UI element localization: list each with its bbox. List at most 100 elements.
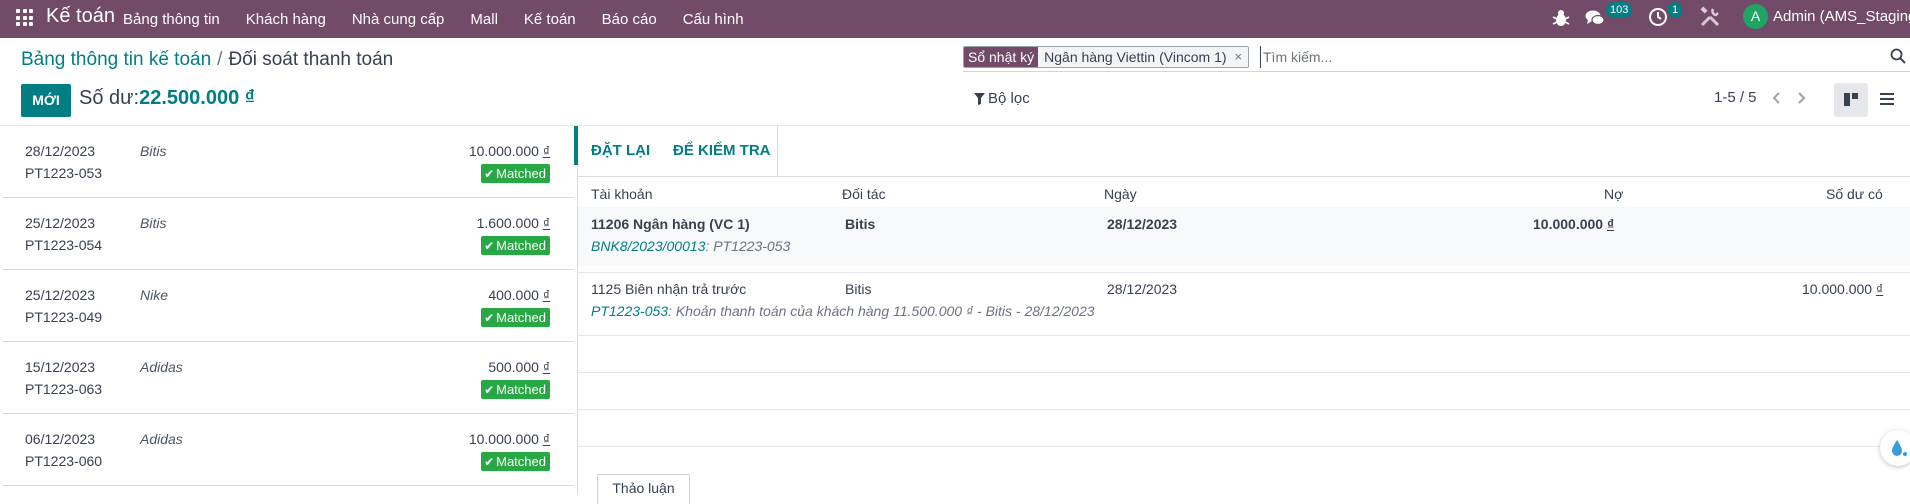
statement-card[interactable]: 25/12/2023 PT1223-054 Bitis 1.600.000 ₫ … [3, 198, 574, 270]
bug-icon[interactable] [1552, 8, 1570, 28]
line-reference: BNK8/2023/00013: PT1223-053 [591, 238, 791, 254]
statement-ref: PT1223-053 [25, 165, 103, 181]
statement-amount: 10.000.000 ₫ [468, 143, 550, 159]
matched-badge: ✔ Matched [481, 308, 550, 327]
check-icon: ✔ [484, 455, 495, 469]
line-account: 11206 Ngân hàng (VC 1) [591, 216, 750, 232]
discussion-button[interactable]: Thảo luận [597, 474, 690, 504]
check-icon: ✔ [484, 167, 495, 181]
matched-badge: ✔ Matched [481, 380, 550, 399]
statement-partner: Nike [140, 287, 169, 303]
line-reference: PT1223-053: Khoản thanh toán của khách h… [591, 303, 1095, 319]
column-header-credit: Số dư có [1826, 186, 1883, 202]
line-partner: Bitis [845, 281, 872, 297]
menu-item-accounting[interactable]: Kế toán [524, 11, 576, 28]
line-date: 28/12/2023 [1107, 281, 1178, 297]
statement-card[interactable]: 15/12/2023 PT1223-063 Adidas 500.000 ₫ ✔… [3, 342, 574, 414]
row-divider [578, 335, 1910, 336]
statement-date: 25/12/2023 [25, 287, 96, 303]
statement-date: 15/12/2023 [25, 359, 96, 375]
line-partner: Bitis [845, 216, 876, 232]
check-icon: ✔ [484, 311, 495, 325]
balance-amount: 22.500.000 ₫ [139, 87, 256, 109]
check-icon: ✔ [484, 239, 495, 253]
breadcrumb: Bảng thông tin kế toán / Đối soát thanh to… [21, 49, 393, 71]
reset-button[interactable]: ĐẶT LẠI [591, 142, 650, 159]
line-credit: 10.000.000 ₫ [1802, 281, 1884, 297]
matched-badge: ✔ Matched [481, 236, 550, 255]
list-view-icon[interactable] [1878, 90, 1896, 108]
menu-item-reports[interactable]: Báo cáo [602, 11, 657, 28]
main-menu: Bảng thông tin Khách hàng Nhà cung cấp M… [123, 0, 770, 38]
menu-item-mall[interactable]: Mall [470, 11, 498, 28]
column-header-debit: Nợ [1604, 186, 1624, 202]
check-icon: ✔ [484, 383, 495, 397]
search-icon[interactable] [1890, 48, 1906, 64]
column-header-date: Ngày [1104, 186, 1137, 202]
statement-partner: Bitis [140, 143, 167, 159]
menu-item-vendors[interactable]: Nhà cung cấp [352, 11, 445, 28]
line-debit: 10.000.000 ₫ [1533, 216, 1615, 232]
balance-label: Số dư: [79, 87, 140, 109]
debug-tools-icon[interactable] [1699, 6, 1721, 28]
statement-partner: Adidas [140, 431, 183, 447]
chevron-left-icon[interactable] [1770, 90, 1784, 106]
facet-value: Ngân hàng Viettin (Vincom 1) [1038, 47, 1233, 67]
menu-item-configuration[interactable]: Cấu hình [683, 11, 744, 28]
kanban-view-button[interactable] [1834, 83, 1868, 117]
menu-item-dashboard[interactable]: Bảng thông tin [123, 11, 220, 28]
kanban-icon [1844, 93, 1858, 106]
statement-date: 06/12/2023 [25, 431, 96, 447]
statement-card[interactable]: 28/12/2023 PT1223-053 Bitis 10.000.000 ₫… [3, 126, 574, 198]
statement-partner: Adidas [140, 359, 183, 375]
line-account: 1125 Biên nhận trả trước [591, 281, 747, 297]
filter-label: Bộ lọc [988, 90, 1030, 107]
filter-toggle[interactable]: Bộ lọc [974, 90, 1030, 107]
matched-badge: ✔ Matched [481, 452, 550, 471]
apps-grid-icon[interactable] [16, 9, 33, 26]
statement-ref: PT1223-054 [25, 237, 103, 253]
journal-entry-link[interactable]: BNK8/2023/00013 [591, 238, 705, 254]
user-menu[interactable]: Admin (AMS_Staging) [1773, 8, 1910, 25]
facet-label: Sổ nhật ký [964, 47, 1039, 67]
funnel-icon [974, 92, 985, 105]
app-brand[interactable]: Kế toán [46, 5, 115, 28]
messages-badge: 103 [1606, 2, 1633, 18]
chevron-right-icon[interactable] [1794, 90, 1808, 106]
row-divider [578, 409, 1910, 410]
activities-badge: 1 [1668, 2, 1683, 18]
tab-bar-divider [578, 176, 1910, 177]
chat-icon[interactable] [1585, 8, 1605, 28]
move-line-row[interactable] [578, 207, 1910, 266]
to-check-button[interactable]: ĐỂ KIỂM TRA [673, 142, 771, 159]
tab-separator [777, 126, 778, 177]
statement-ref: PT1223-060 [25, 453, 103, 469]
matched-badge: ✔ Matched [481, 164, 550, 183]
new-button[interactable]: MỚI [21, 84, 71, 117]
facet-remove-button[interactable]: × [1232, 47, 1249, 67]
top-navbar: Kế toán Bảng thông tin Khách hàng Nhà cu… [0, 0, 1910, 38]
water-drop-widget[interactable] [1880, 430, 1910, 466]
statement-card[interactable]: 25/12/2023 PT1223-049 Nike 400.000 ₫ ✔ Ma… [3, 270, 574, 342]
user-avatar[interactable]: A [1743, 4, 1768, 29]
activity-clock-icon[interactable] [1648, 7, 1668, 27]
statement-amount: 400.000 ₫ [488, 287, 550, 303]
statement-amount: 10.000.000 ₫ [468, 431, 550, 447]
selected-accent [574, 126, 578, 165]
search-bar: Sổ nhật ký Ngân hàng Viettin (Vincom 1) … [963, 45, 1910, 72]
search-facet: Sổ nhật ký Ngân hàng Viettin (Vincom 1) … [963, 46, 1250, 68]
balance-display: Số dư:22.500.000 ₫ [79, 87, 255, 110]
statement-ref: PT1223-063 [25, 381, 103, 397]
search-input[interactable] [1260, 46, 1860, 68]
pager-value[interactable]: 1-5 / 5 [1714, 89, 1757, 106]
statement-partner: Bitis [140, 215, 167, 231]
statement-card[interactable]: 06/12/2023 PT1223-060 Adidas 10.000.000 … [3, 414, 574, 486]
panel-divider [577, 126, 578, 494]
menu-item-customers[interactable]: Khách hàng [246, 11, 326, 28]
row-divider [578, 272, 1910, 273]
statement-date: 25/12/2023 [25, 215, 96, 231]
payment-link[interactable]: PT1223-053 [591, 303, 668, 319]
row-divider [578, 372, 1910, 373]
column-header-partner: Đối tác [842, 186, 886, 202]
breadcrumb-parent-link[interactable]: Bảng thông tin kế toán [21, 49, 211, 70]
